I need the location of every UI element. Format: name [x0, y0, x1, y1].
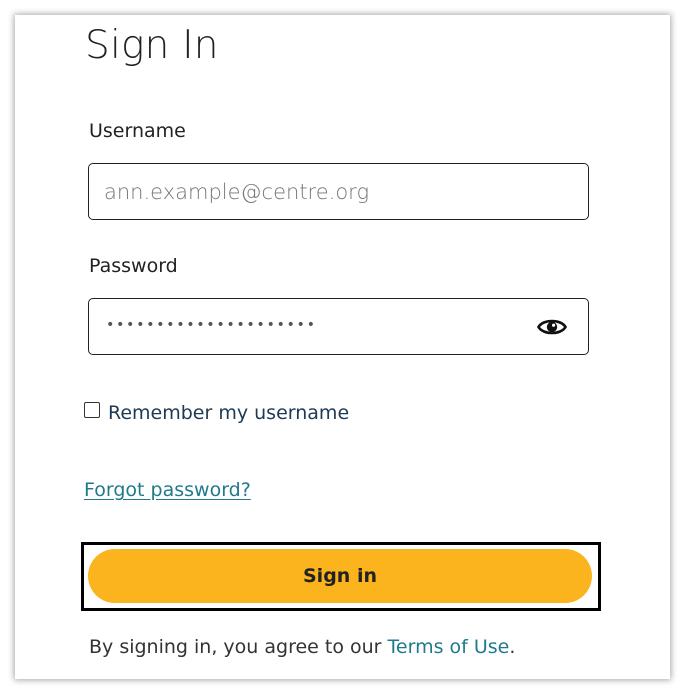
sign-in-button[interactable]: Sign in: [88, 549, 592, 603]
eye-icon[interactable]: [537, 315, 567, 339]
password-field-box[interactable]: •••••••••••••••••••••: [88, 298, 589, 355]
username-field-box[interactable]: [88, 163, 589, 220]
username-label: Username: [89, 120, 186, 142]
terms-suffix: .: [509, 636, 516, 658]
sign-in-card: Sign In Username Password ••••••••••••••…: [15, 15, 670, 679]
forgot-password-link[interactable]: Forgot password?: [84, 479, 251, 501]
username-input[interactable]: [104, 164, 524, 219]
remember-username[interactable]: Remember my username: [84, 396, 349, 424]
page-title: Sign In: [85, 23, 219, 68]
remember-checkbox[interactable]: [84, 402, 100, 418]
terms-prefix: By signing in, you agree to our: [89, 636, 388, 658]
password-label: Password: [89, 255, 178, 277]
terms-notice: By signing in, you agree to our Terms of…: [89, 636, 515, 658]
password-input[interactable]: •••••••••••••••••••••: [106, 317, 317, 333]
remember-label[interactable]: Remember my username: [108, 402, 349, 424]
terms-of-use-link[interactable]: Terms of Use: [388, 636, 510, 658]
